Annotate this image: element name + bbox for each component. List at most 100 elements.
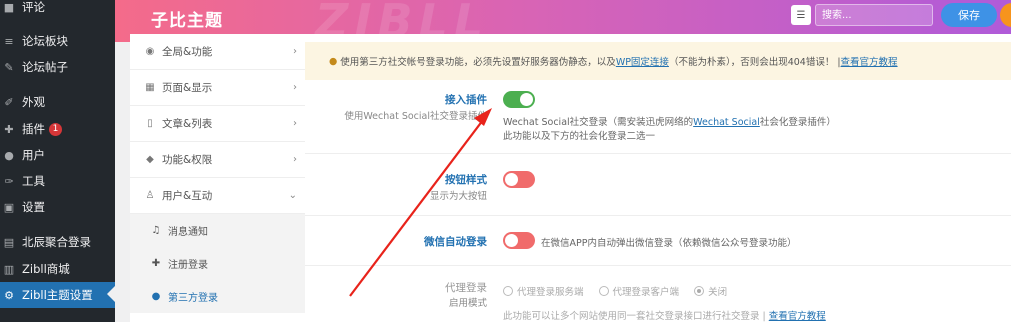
nav-item-page-display[interactable]: ▦ 页面&显示 › <box>130 70 305 106</box>
chat-icon: ● <box>151 291 161 302</box>
setting-sublabel: 启用模式 <box>448 298 487 309</box>
radio-proxy-off[interactable]: 关闭 <box>694 284 727 298</box>
nav-item-posts-list[interactable]: ▯ 文章&列表 › <box>130 106 305 142</box>
chevron-right-icon: › <box>293 154 297 165</box>
bell-icon: ♫ <box>151 225 161 236</box>
wp-admin-sidebar: ■ 评论 ≡ 论坛板块 ✎ 论坛帖子 ✐ 外观 ✚ 插件 1 ● 用户 ✑ 工具… <box>0 0 115 322</box>
wp-menu-users[interactable]: ● 用户 <box>0 142 115 168</box>
official-tutorial-link[interactable]: 查看官方教程 <box>841 54 898 68</box>
wp-menu-label: 北辰聚合登录 <box>22 235 91 249</box>
user-icon: ● <box>4 148 14 162</box>
shop-icon: ▥ <box>3 262 15 276</box>
setting-sublabel: 使用Wechat Social社交登录插件 <box>344 111 487 122</box>
wp-menu-label: 工具 <box>22 174 45 188</box>
setting-label: 微信自动登录 <box>424 236 487 248</box>
wp-menu-settings[interactable]: ▣ 设置 <box>0 194 115 220</box>
radio-dot-selected <box>694 286 705 296</box>
wp-menu-zibll-shop[interactable]: ▥ Zibll商城 <box>0 256 115 282</box>
nav-item-label: 功能&权限 <box>162 154 213 166</box>
save-button[interactable]: 保存 <box>941 3 997 27</box>
wp-menu-label: 评论 <box>22 0 45 14</box>
wp-menu-label: 设置 <box>22 200 45 214</box>
setting-description: Wechat Social社交登录（需安装迅虎网络的Wechat Social社… <box>503 117 836 128</box>
wp-menu-label: 论坛板块 <box>22 34 68 48</box>
radio-proxy-server[interactable]: 代理登录服务端 <box>503 284 584 298</box>
search-input[interactable] <box>815 4 933 26</box>
gear-icon: ⚙ <box>4 288 14 302</box>
page-title: 子比主题 <box>151 11 223 31</box>
wechat-auto-login-toggle[interactable] <box>503 232 535 249</box>
nav-subitem-label: 消息通知 <box>168 227 208 238</box>
wp-menu-forum-posts[interactable]: ✎ 论坛帖子 <box>0 54 115 80</box>
comment-icon: ■ <box>3 0 15 14</box>
nav-subitem-label: 第三方登录 <box>168 293 218 304</box>
wp-menu-label: Zibll主题设置 <box>22 288 93 302</box>
globe-icon: ◉ <box>145 46 155 57</box>
calendar-icon: ▦ <box>145 82 155 93</box>
shield-icon: ◆ <box>146 154 154 165</box>
brush-icon: ✐ <box>4 95 14 109</box>
settings-panel: ● 使用第三方社交帐号登录功能，必须先设置好服务器伪静态，以及 WP固定连接 （… <box>305 34 1011 322</box>
nav-subitem-notifications[interactable]: ♫ 消息通知 <box>130 214 305 247</box>
wp-menu-tools[interactable]: ✑ 工具 <box>0 168 115 194</box>
wechat-social-link[interactable]: Wechat Social <box>693 117 760 128</box>
plugin-toggle[interactable] <box>503 91 535 108</box>
wp-menu-beichen-login[interactable]: ▤ 北辰聚合登录 <box>0 229 115 255</box>
update-count-badge: 1 <box>49 122 62 136</box>
setting-label: 按钮样式 <box>445 174 487 186</box>
chevron-right-icon: › <box>293 46 297 57</box>
warning-icon: ● <box>329 55 338 67</box>
wp-permalink-link[interactable]: WP固定连接 <box>616 54 669 68</box>
chevron-right-icon: › <box>293 118 297 129</box>
button-style-toggle[interactable] <box>503 171 535 188</box>
book-icon: ▯ <box>147 118 153 129</box>
wp-menu-appearance[interactable]: ✐ 外观 <box>0 89 115 115</box>
wp-menu-plugins[interactable]: ✚ 插件 1 <box>0 116 115 142</box>
nav-item-label: 页面&显示 <box>162 82 213 94</box>
wp-menu-label: 外观 <box>22 95 45 109</box>
nav-item-permissions[interactable]: ◆ 功能&权限 › <box>130 142 305 178</box>
nav-subitem-third-party-login[interactable]: ● 第三方登录 <box>130 280 305 313</box>
reset-button[interactable] <box>1000 3 1011 27</box>
wrench-icon: ✑ <box>4 174 14 188</box>
setting-row-proxy-login: 代理登录 启用模式 代理登录服务端 代理登录客户端 关闭 此功能可以让多个网站使… <box>305 266 1011 322</box>
radio-dot <box>503 286 513 296</box>
menu-toggle-button[interactable]: ☰ <box>791 5 811 25</box>
setting-label: 接入插件 <box>445 94 487 106</box>
setting-sublabel: 显示为大按钮 <box>429 191 487 202</box>
setting-row-wechat-auto-login: 微信自动登录 在微信APP内自动弹出微信登录（依赖微信公众号登录功能） <box>305 216 1011 266</box>
warning-notice: ● 使用第三方社交帐号登录功能，必须先设置好服务器伪静态，以及 WP固定连接 （… <box>305 42 1011 80</box>
forum-post-icon: ✎ <box>4 60 14 74</box>
radio-dot <box>598 286 609 296</box>
options-nav: ◉ 全局&功能 › ▦ 页面&显示 › ▯ 文章&列表 › ◆ 功能&权限 › … <box>130 34 305 322</box>
nav-item-label: 用户&互动 <box>162 190 213 202</box>
settings-icon: ▣ <box>3 200 15 214</box>
notice-text-1: 使用第三方社交帐号登录功能，必须先设置好服务器伪静态，以及 <box>340 57 616 68</box>
wp-menu-label: 论坛帖子 <box>22 60 68 74</box>
radio-proxy-client[interactable]: 代理登录客户端 <box>598 284 679 298</box>
wp-menu-label: 插件 <box>22 122 45 136</box>
notice-text-2: （不能为朴素），否则会出现404错误！ | <box>668 57 841 68</box>
nav-item-label: 文章&列表 <box>162 118 213 130</box>
setting-description: 此功能可以让多个网站使用同一套社交登录接口进行社交登录 | 查看官方教程 <box>503 311 826 322</box>
chevron-right-icon: › <box>293 82 297 93</box>
setting-label: 代理登录 <box>445 282 487 294</box>
chevron-down-icon: ⌄ <box>288 190 297 201</box>
nav-item-user-interaction[interactable]: ♙ 用户&互动 ⌄ <box>130 178 305 214</box>
wp-menu-comments[interactable]: ■ 评论 <box>0 0 115 20</box>
plugin-icon: ✚ <box>4 122 14 136</box>
wp-menu-forum-boards[interactable]: ≡ 论坛板块 <box>0 28 115 54</box>
nav-subitem-register-login[interactable]: ✚ 注册登录 <box>130 247 305 280</box>
wp-menu-zibll-theme-settings[interactable]: ⚙ Zibll主题设置 <box>0 282 115 308</box>
wp-menu-label: Zibll商城 <box>22 262 70 276</box>
login-icon: ▤ <box>3 235 15 249</box>
proxy-tutorial-link[interactable]: 查看官方教程 <box>769 311 826 322</box>
forum-icon: ≡ <box>4 34 14 48</box>
nav-item-global[interactable]: ◉ 全局&功能 › <box>130 34 305 70</box>
user-icon: ♙ <box>145 190 155 201</box>
setting-description-line2: 此功能以及下方的社会化登录二选一 <box>503 131 656 142</box>
setting-row-plugin: 接入插件 使用Wechat Social社交登录插件 Wechat Social… <box>305 80 1011 154</box>
user-plus-icon: ✚ <box>151 258 161 269</box>
nav-item-label: 全局&功能 <box>162 46 213 58</box>
nav-subitem-label: 注册登录 <box>168 260 208 271</box>
